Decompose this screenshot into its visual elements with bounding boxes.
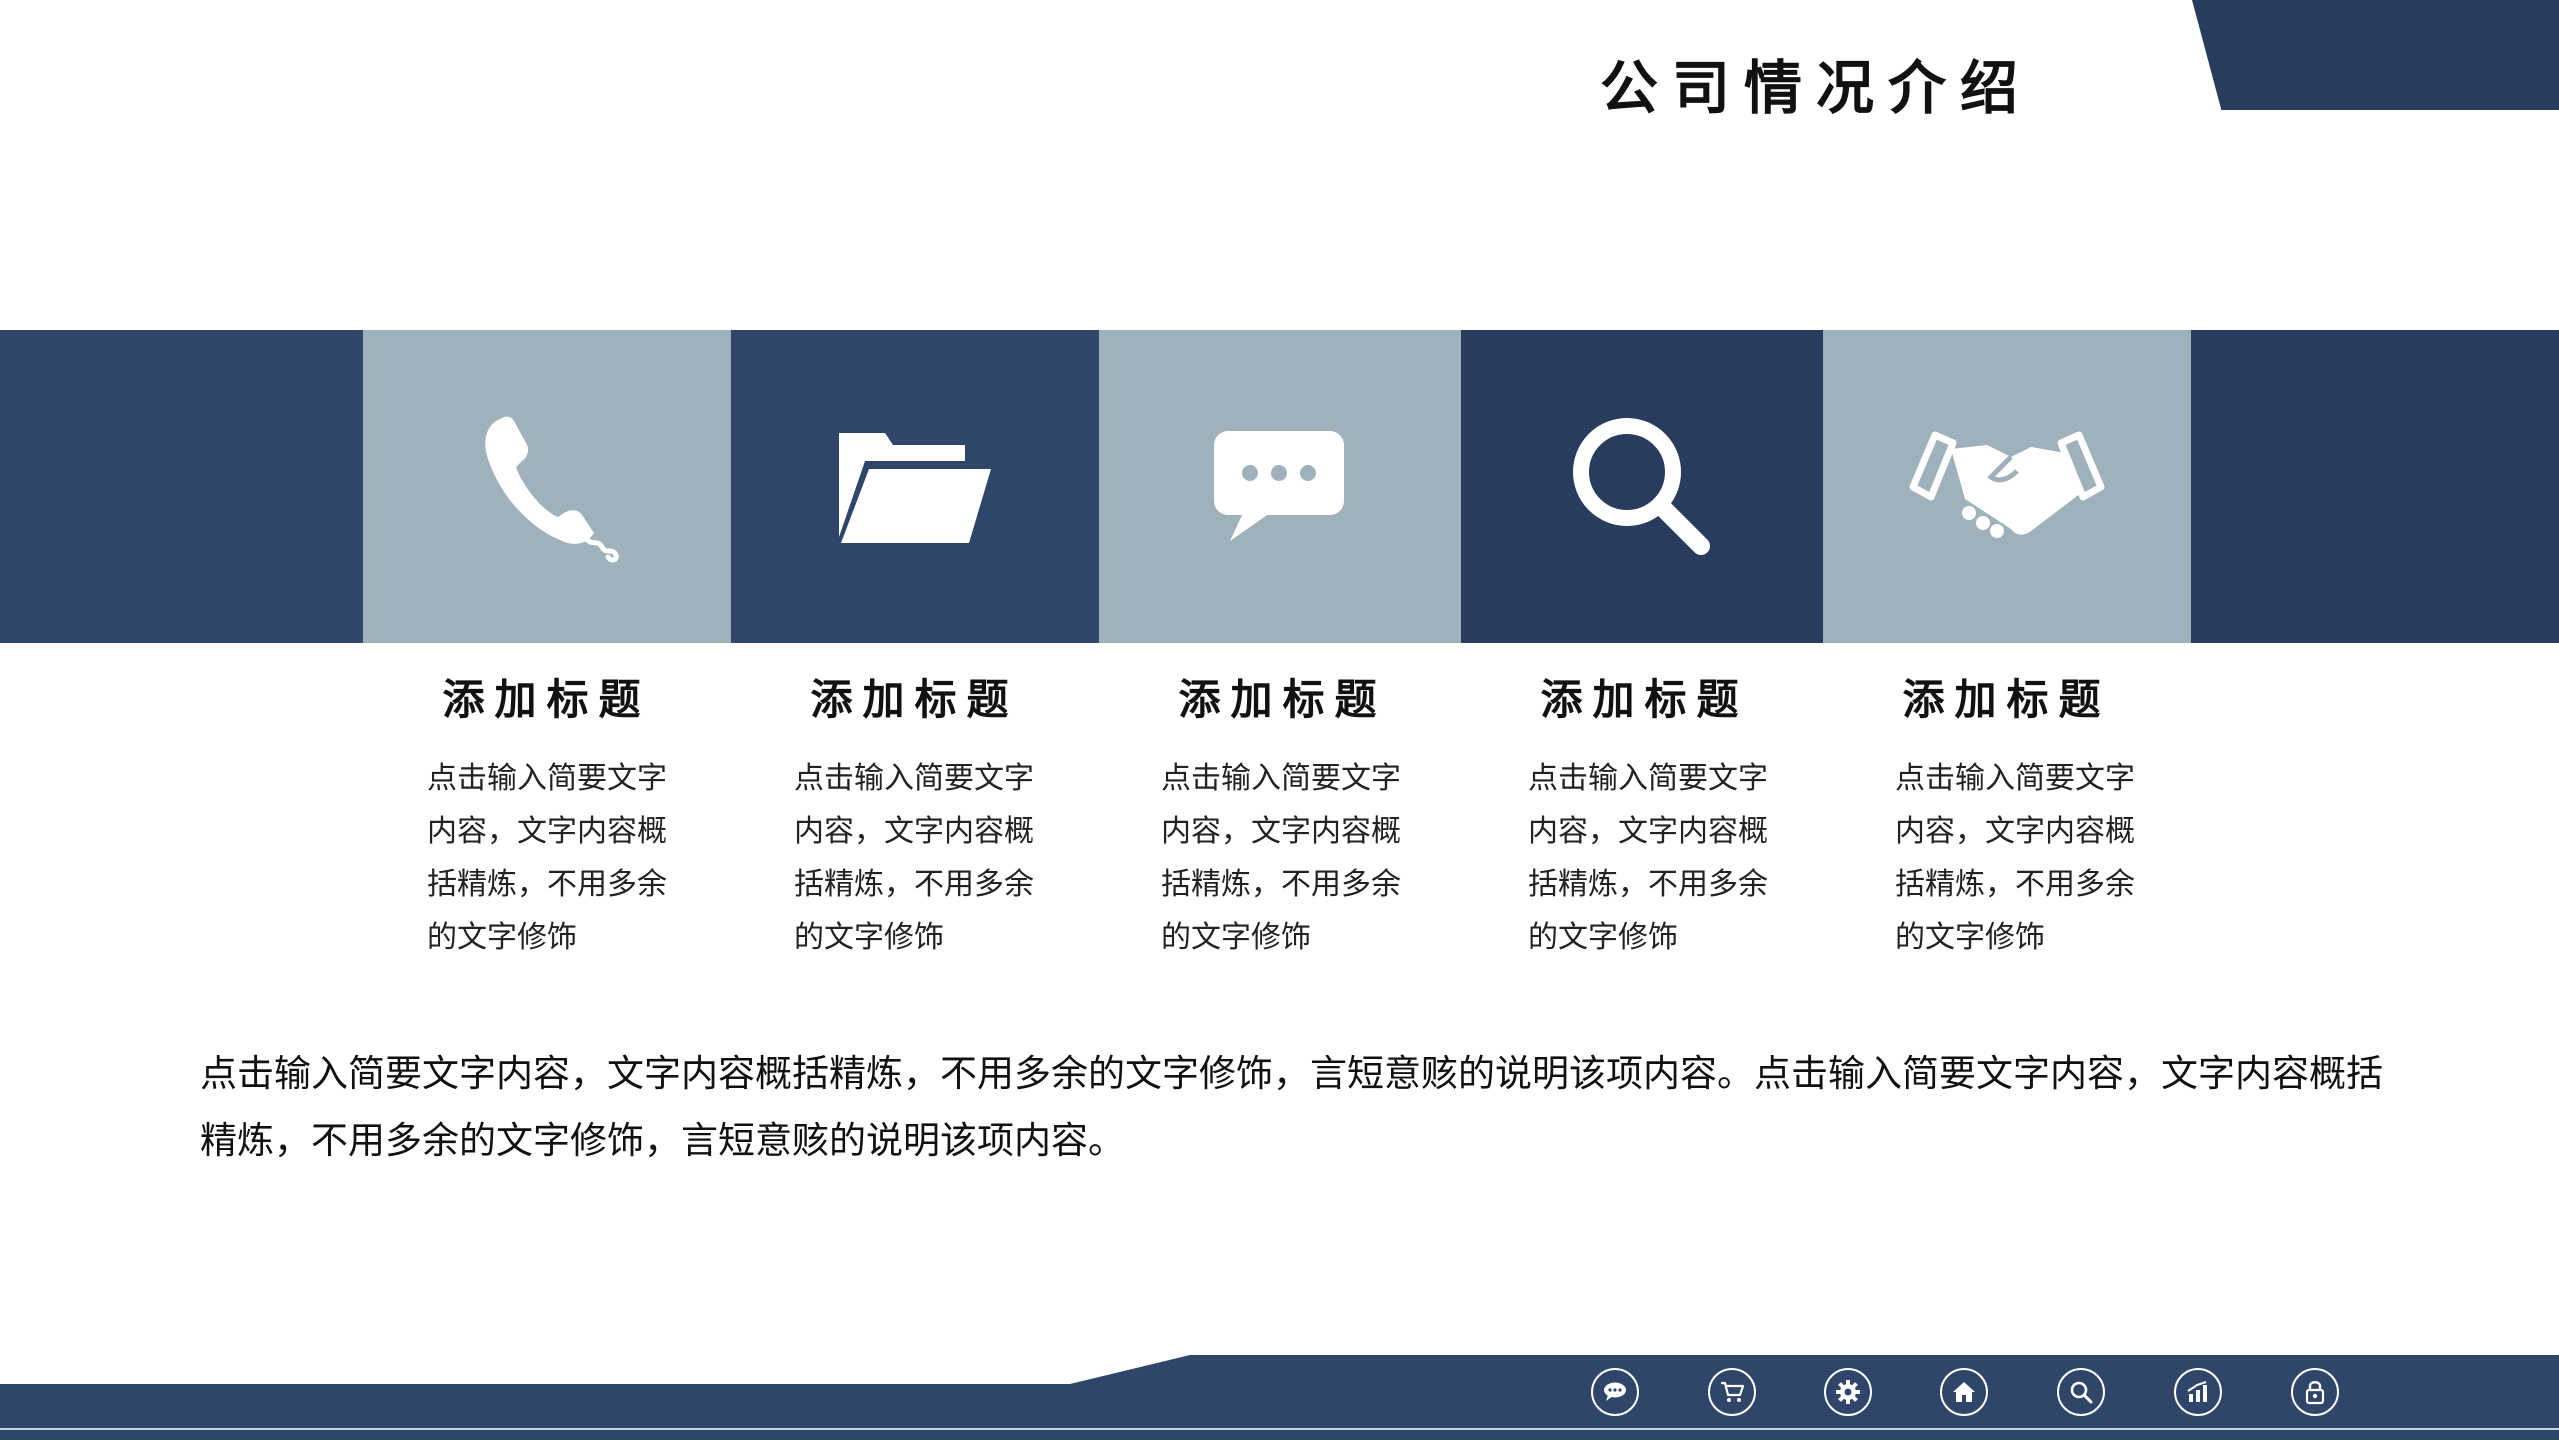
card-desc-line: 点击输入简要文字 bbox=[1161, 761, 1401, 796]
card-desc-line: 的文字修饰 bbox=[427, 920, 577, 955]
card-5-tile bbox=[1823, 330, 2191, 643]
card-desc-line: 内容，文字内容概 bbox=[1528, 814, 1768, 849]
card-1-tile bbox=[363, 330, 731, 643]
search-icon bbox=[2068, 1379, 2094, 1405]
gear-icon bbox=[1835, 1379, 1861, 1405]
card-5-description: 点击输入简要文字 内容，文字内容概 括精炼，不用多余 的文字修饰 bbox=[1895, 752, 2155, 964]
card-2-tile bbox=[731, 330, 1099, 643]
card-2-description: 点击输入简要文字 内容，文字内容概 括精炼，不用多余 的文字修饰 bbox=[794, 752, 1054, 964]
card-3-title: 添加标题 bbox=[1178, 675, 1387, 724]
footer-chat-button[interactable] bbox=[1591, 1368, 1639, 1416]
summary-paragraph: 点击输入简要文字内容，文字内容概括精炼，不用多余的文字修饰，言短意赅的说明该项内… bbox=[200, 1052, 2383, 1162]
card-desc-line: 点击输入简要文字 bbox=[794, 761, 1034, 796]
card-desc-line: 内容，文字内容概 bbox=[427, 814, 667, 849]
handshake-icon bbox=[1907, 427, 2107, 547]
chart-icon bbox=[2185, 1380, 2211, 1404]
card-desc-line: 括精炼，不用多余 bbox=[794, 867, 1034, 902]
footer-home-button[interactable] bbox=[1940, 1368, 1988, 1416]
lock-icon bbox=[2304, 1379, 2326, 1405]
card-4-description: 点击输入简要文字 内容，文字内容概 括精炼，不用多余 的文字修饰 bbox=[1528, 752, 1788, 964]
band-right-segment bbox=[2191, 330, 2559, 643]
card-1-description: 点击输入简要文字 内容，文字内容概 括精炼，不用多余 的文字修饰 bbox=[427, 752, 687, 964]
footer-search-button[interactable] bbox=[2057, 1368, 2105, 1416]
card-desc-line: 的文字修饰 bbox=[1528, 920, 1678, 955]
chat-bubble-icon bbox=[1210, 427, 1350, 547]
card-desc-line: 点击输入简要文字 bbox=[427, 761, 667, 796]
footer-chart-button[interactable] bbox=[2174, 1368, 2222, 1416]
home-icon bbox=[1951, 1380, 1977, 1404]
card-desc-line: 内容，文字内容概 bbox=[1895, 814, 2135, 849]
card-2-title: 添加标题 bbox=[810, 675, 1019, 724]
card-desc-line: 内容，文字内容概 bbox=[794, 814, 1034, 849]
page-title: 公司情况介绍 bbox=[1600, 54, 2033, 122]
card-desc-line: 内容，文字内容概 bbox=[1161, 814, 1401, 849]
card-desc-line: 括精炼，不用多余 bbox=[1895, 867, 2135, 902]
card-desc-line: 点击输入简要文字 bbox=[1895, 761, 2135, 796]
card-5-title: 添加标题 bbox=[1902, 675, 2111, 724]
card-4-title: 添加标题 bbox=[1540, 675, 1749, 724]
card-desc-line: 的文字修饰 bbox=[1161, 920, 1311, 955]
footer-settings-button[interactable] bbox=[1824, 1368, 1872, 1416]
card-desc-line: 括精炼，不用多余 bbox=[427, 867, 667, 902]
footer-cart-button[interactable] bbox=[1708, 1368, 1756, 1416]
chat-icon bbox=[1602, 1381, 1628, 1403]
magnifier-icon bbox=[1567, 412, 1717, 562]
card-3-tile bbox=[1099, 330, 1461, 643]
footer-lock-button[interactable] bbox=[2291, 1368, 2339, 1416]
card-4-tile bbox=[1461, 330, 1823, 643]
header-corner-decoration bbox=[2192, 0, 2559, 110]
card-3-description: 点击输入简要文字 内容，文字内容概 括精炼，不用多余 的文字修饰 bbox=[1161, 752, 1421, 964]
folder-icon bbox=[835, 427, 995, 547]
card-desc-line: 括精炼，不用多余 bbox=[1161, 867, 1401, 902]
icon-band bbox=[0, 330, 2559, 643]
footer-divider bbox=[0, 1428, 2559, 1430]
card-desc-line: 括精炼，不用多余 bbox=[1528, 867, 1768, 902]
card-desc-line: 的文字修饰 bbox=[794, 920, 944, 955]
card-1-title: 添加标题 bbox=[442, 675, 651, 724]
card-desc-line: 的文字修饰 bbox=[1895, 920, 2045, 955]
band-left-segment bbox=[0, 330, 363, 643]
card-desc-line: 点击输入简要文字 bbox=[1528, 761, 1768, 796]
cart-icon bbox=[1719, 1380, 1745, 1404]
phone-icon bbox=[472, 407, 622, 567]
